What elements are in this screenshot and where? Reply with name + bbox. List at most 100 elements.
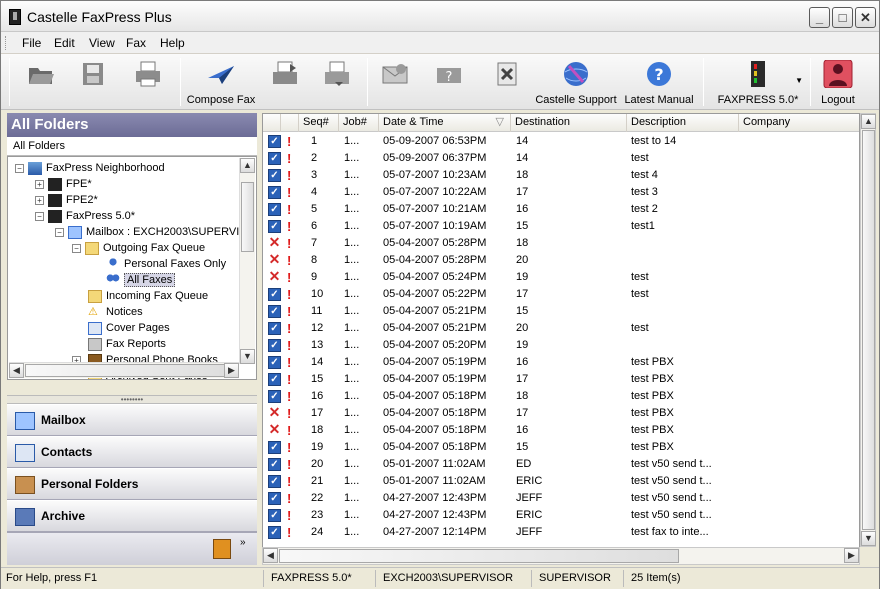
- menu-help[interactable]: Help: [160, 36, 185, 50]
- tree-vertical-scrollbar[interactable]: ▲ ▼: [239, 158, 255, 364]
- table-row[interactable]: ✕! 8 1... 05-04-2007 05:28PM 20: [263, 252, 859, 269]
- chevron-right-icon[interactable]: »: [240, 537, 246, 548]
- table-row[interactable]: ✓! 5 1... 05-07-2007 10:21AM 16 test 2: [263, 201, 859, 218]
- table-row[interactable]: ✓! 19 1... 05-04-2007 05:18PM 15 test PBX: [263, 439, 859, 456]
- scroll-down-button[interactable]: ▼: [861, 531, 876, 546]
- open-folder-button[interactable]: [23, 56, 59, 108]
- table-row[interactable]: ✕! 18 1... 05-04-2007 05:18PM 16 test PBX: [263, 422, 859, 439]
- menu-fax[interactable]: Fax: [126, 36, 146, 50]
- nav-archive-button[interactable]: Archive: [7, 500, 257, 532]
- print-button[interactable]: [129, 56, 167, 108]
- collapse-toggle[interactable]: −: [15, 164, 24, 173]
- pane-splitter[interactable]: ••••••••: [7, 395, 257, 404]
- collapse-toggle[interactable]: −: [55, 228, 64, 237]
- table-row[interactable]: ✓! 11 1... 05-04-2007 05:21PM 15: [263, 303, 859, 320]
- maximize-button[interactable]: □: [832, 7, 853, 28]
- column-description[interactable]: Description: [627, 114, 739, 132]
- logout-button[interactable]: Logout: [816, 56, 860, 108]
- tree-item-fpe[interactable]: FPE*: [48, 176, 92, 192]
- scroll-thumb[interactable]: [862, 130, 875, 530]
- table-row[interactable]: ✓! 14 1... 05-04-2007 05:19PM 16 test PBX: [263, 354, 859, 371]
- table-row[interactable]: ✕! 7 1... 05-04-2007 05:28PM 18: [263, 235, 859, 252]
- collapse-toggle[interactable]: −: [72, 244, 81, 253]
- table-row[interactable]: ✓! 1 1... 05-09-2007 06:53PM 14 test to 14: [263, 133, 859, 150]
- column-date-time[interactable]: Date & Time ▽: [379, 114, 511, 132]
- table-row[interactable]: ✓! 12 1... 05-04-2007 05:21PM 20 test: [263, 320, 859, 337]
- receive-fax-button[interactable]: [317, 56, 357, 108]
- table-row[interactable]: ✓! 22 1... 04-27-2007 12:43PM JEFF test v50 s…: [263, 490, 859, 507]
- scroll-right-button[interactable]: ▶: [844, 548, 859, 563]
- server-label: FAXPRESS 5.0*: [717, 94, 799, 106]
- sent-check-icon: ✓: [268, 373, 281, 386]
- column-seq[interactable]: Seq#: [299, 114, 339, 132]
- tree-item-fpe2[interactable]: FPE2*: [48, 192, 98, 208]
- scroll-thumb[interactable]: [241, 182, 254, 252]
- latest-manual-button[interactable]: ? Latest Manual: [622, 56, 696, 108]
- column-destination[interactable]: Destination: [511, 114, 627, 132]
- scroll-down-button[interactable]: ▼: [240, 349, 255, 364]
- tree-item-neighborhood[interactable]: FaxPress Neighborhood: [28, 160, 165, 176]
- tree-item-fax-reports[interactable]: Fax Reports: [88, 336, 166, 352]
- collapse-toggle[interactable]: −: [35, 212, 44, 221]
- tree-item-mailbox[interactable]: Mailbox : EXCH2003\SUPERVISOR: [68, 224, 256, 240]
- scroll-thumb[interactable]: [25, 364, 225, 377]
- column-job[interactable]: Job#: [339, 114, 379, 132]
- menu-edit[interactable]: Edit: [54, 36, 75, 50]
- tree-item-faxpress[interactable]: FaxPress 5.0*: [48, 208, 135, 224]
- table-row[interactable]: ✓! 10 1... 05-04-2007 05:22PM 17 test: [263, 286, 859, 303]
- tree-item-personal-faxes[interactable]: Personal Faxes Only: [106, 256, 226, 272]
- list-vertical-scrollbar[interactable]: ▲ ▼: [860, 113, 876, 547]
- scroll-thumb[interactable]: [279, 549, 679, 563]
- table-row[interactable]: ✓! 20 1... 05-01-2007 11:02AM ED test v50 sen…: [263, 456, 859, 473]
- scroll-up-button[interactable]: ▲: [861, 114, 876, 129]
- table-row[interactable]: ✕! 17 1... 05-04-2007 05:18PM 17 test PBX: [263, 405, 859, 422]
- menu-file[interactable]: File: [22, 36, 41, 50]
- nav-contacts-button[interactable]: Contacts: [7, 436, 257, 468]
- column-priority[interactable]: [281, 114, 299, 132]
- nav-mailbox-button[interactable]: Mailbox: [7, 404, 257, 436]
- table-row[interactable]: ✓! 13 1... 05-04-2007 05:20PM 19: [263, 337, 859, 354]
- save-button[interactable]: [75, 56, 111, 108]
- nav-personal-folders-button[interactable]: Personal Folders: [7, 468, 257, 500]
- tree-item-outgoing-queue[interactable]: Outgoing Fax Queue: [85, 240, 205, 256]
- table-row[interactable]: ✓! 24 1... 04-27-2007 12:14PM JEFF test fax t…: [263, 524, 859, 541]
- table-row[interactable]: ✓! 15 1... 05-04-2007 05:19PM 17 test PBX: [263, 371, 859, 388]
- expand-toggle[interactable]: +: [35, 180, 44, 189]
- fax-help-button[interactable]: ?: [429, 56, 469, 108]
- title-bar[interactable]: Castelle FaxPress Plus _ □ ✕: [1, 1, 879, 32]
- table-row[interactable]: ✓! 21 1... 05-01-2007 11:02AM ERIC test v50 s…: [263, 473, 859, 490]
- tree-item-cover-pages[interactable]: Cover Pages: [88, 320, 170, 336]
- sent-check-icon: ✓: [268, 322, 281, 335]
- fax-status-button[interactable]: [375, 56, 415, 108]
- table-row[interactable]: ✓! 6 1... 05-07-2007 10:19AM 15 test1: [263, 218, 859, 235]
- table-row[interactable]: ✓! 2 1... 05-09-2007 06:37PM 14 test: [263, 150, 859, 167]
- send-fax-button[interactable]: [265, 56, 305, 108]
- tree-horizontal-scrollbar[interactable]: ◀ ▶: [9, 362, 239, 378]
- tree-item-incoming-queue[interactable]: Incoming Fax Queue: [88, 288, 208, 304]
- column-company[interactable]: Company: [739, 114, 859, 132]
- tree-item-notices[interactable]: ⚠ Notices: [88, 304, 143, 320]
- folder-tree[interactable]: − FaxPress Neighborhood + FPE* + FPE2* −…: [7, 156, 257, 380]
- cell-description: test 2: [631, 203, 658, 215]
- compose-fax-button[interactable]: Compose Fax: [186, 56, 256, 108]
- table-row[interactable]: ✕! 9 1... 05-04-2007 05:24PM 19 test: [263, 269, 859, 286]
- scroll-up-button[interactable]: ▲: [240, 158, 255, 173]
- scroll-left-button[interactable]: ◀: [9, 363, 24, 378]
- table-row[interactable]: ✓! 3 1... 05-07-2007 10:23AM 18 test 4: [263, 167, 859, 184]
- table-row[interactable]: ✓! 16 1... 05-04-2007 05:18PM 18 test PBX: [263, 388, 859, 405]
- minimize-button[interactable]: _: [809, 7, 830, 28]
- castelle-support-button[interactable]: Castelle Support: [534, 56, 618, 108]
- close-button[interactable]: ✕: [855, 7, 876, 28]
- scroll-right-button[interactable]: ▶: [224, 363, 239, 378]
- door-icon[interactable]: [213, 539, 231, 559]
- table-row[interactable]: ✓! 23 1... 04-27-2007 12:43PM ERIC test v50 s…: [263, 507, 859, 524]
- menu-view[interactable]: View: [89, 36, 115, 50]
- tree-item-all-faxes[interactable]: All Faxes: [106, 272, 176, 288]
- delete-button[interactable]: [489, 56, 525, 108]
- table-row[interactable]: ✓! 4 1... 05-07-2007 10:22AM 17 test 3: [263, 184, 859, 201]
- expand-toggle[interactable]: +: [35, 196, 44, 205]
- column-status[interactable]: [263, 114, 281, 132]
- list-horizontal-scrollbar[interactable]: ◀ ▶: [262, 547, 860, 565]
- scroll-left-button[interactable]: ◀: [263, 548, 278, 563]
- server-dropdown[interactable]: ▼ FAXPRESS 5.0*: [709, 56, 807, 108]
